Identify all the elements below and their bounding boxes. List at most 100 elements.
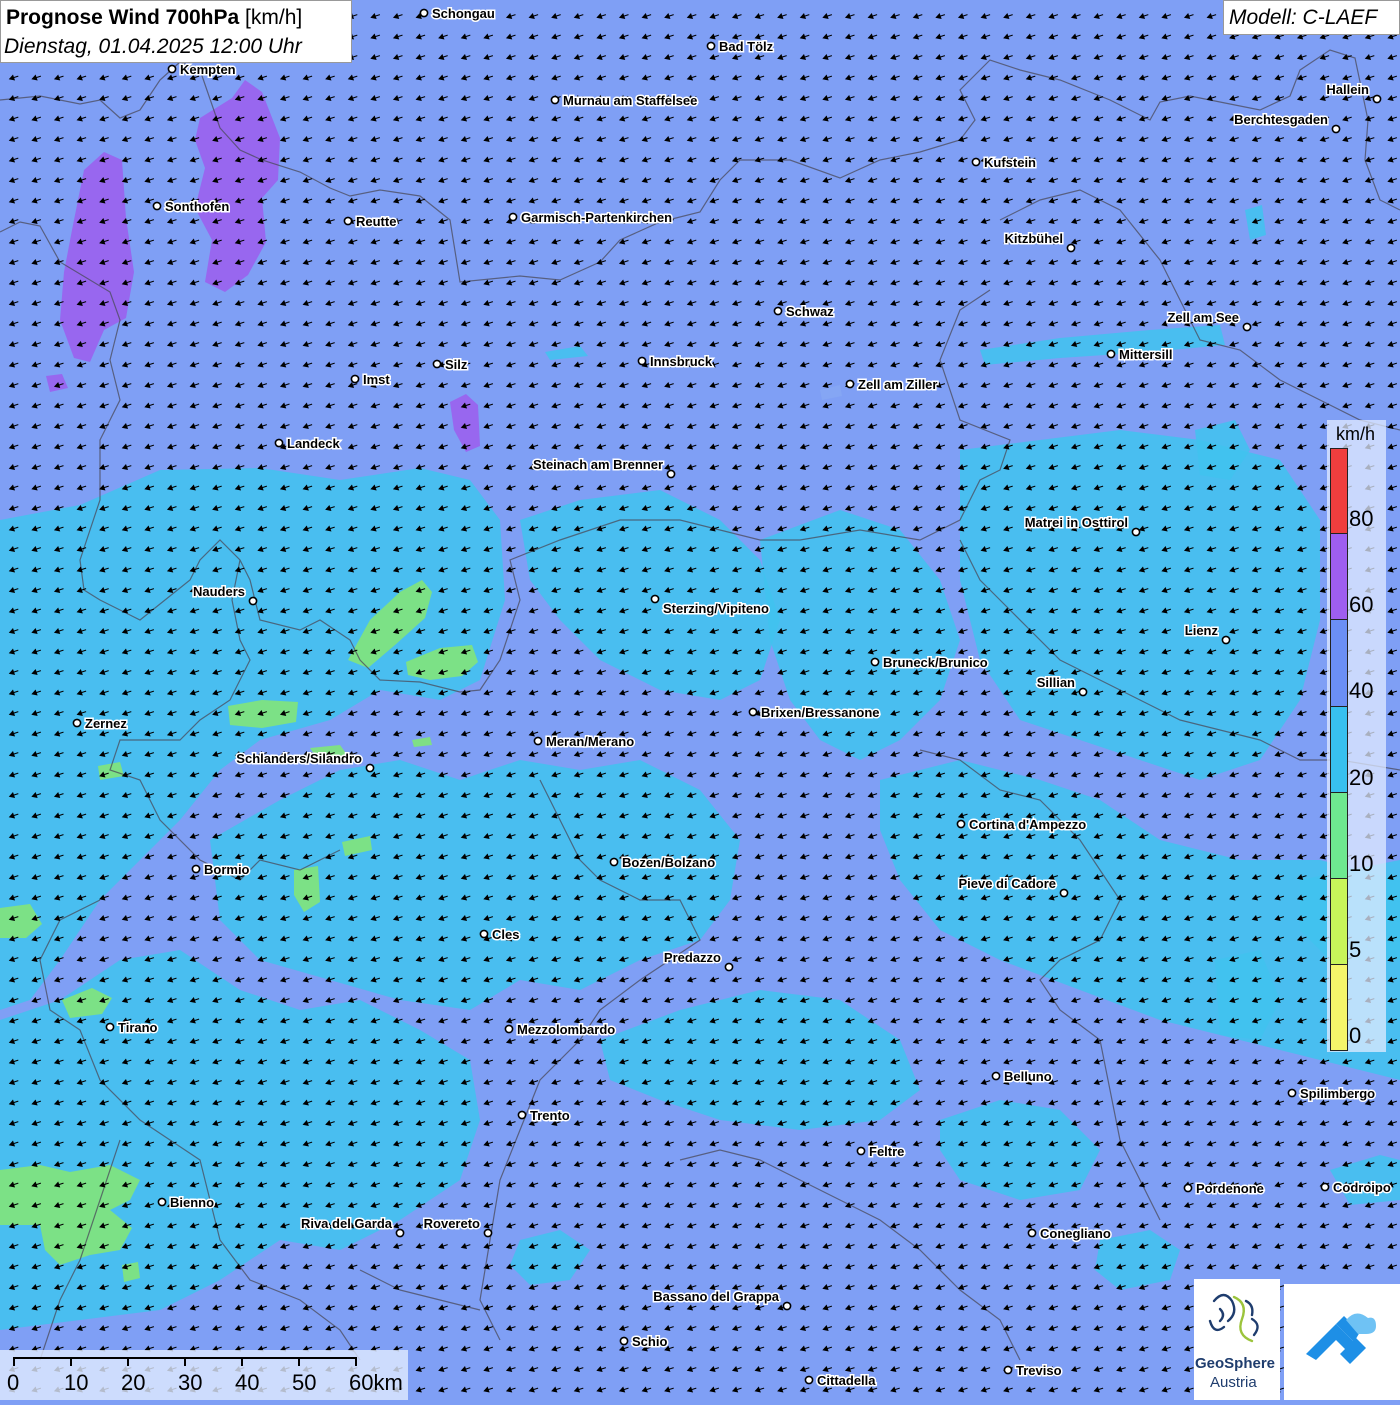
title-unit: [km/h] (245, 6, 303, 29)
legend-label: 5 (1349, 937, 1362, 962)
city-label: Cles (492, 927, 519, 942)
city-dot (804, 1375, 814, 1385)
city-dot (1287, 1088, 1297, 1098)
city-dot (479, 929, 489, 939)
city-dot (395, 1228, 405, 1238)
city-label: Meran/Merano (546, 734, 634, 749)
city-dot (748, 707, 758, 717)
city-label: Innsbruck (650, 354, 713, 369)
city-label: Conegliano (1040, 1226, 1111, 1241)
city-marker[interactable]: Innsbruck (637, 353, 714, 371)
legend-label: 20 (1349, 764, 1374, 790)
forecast-datetime: Dienstag, 01.04.2025 12:00 Uhr (4, 35, 302, 58)
city-dot (432, 359, 442, 369)
geosphere-logo-text: GeoSphere (1195, 1355, 1276, 1372)
city-label: Nauders (193, 584, 245, 599)
city-dot (666, 469, 676, 479)
legend-color-segment (1330, 534, 1348, 621)
legend-label: 40 (1349, 678, 1374, 704)
city-label: Steinach am Brenner (533, 457, 663, 472)
city-label: Kufstein (984, 155, 1036, 170)
city-label: Treviso (1016, 1363, 1062, 1378)
city-marker[interactable]: Pordenone (1183, 1180, 1265, 1198)
city-label: Schlanders/Silandro (236, 751, 362, 766)
city-label: Landeck (287, 436, 341, 451)
city-marker[interactable]: Garmisch-Partenkirchen (508, 209, 674, 227)
scale-label: 0 (7, 1370, 20, 1395)
city-dot (1221, 635, 1231, 645)
mountain-icon (1306, 1313, 1376, 1364)
city-marker[interactable]: Cortina d'Ampezzo (956, 816, 1088, 834)
city-label: Mittersill (1119, 347, 1172, 362)
city-marker[interactable]: Murnau am Staffelsee (550, 92, 699, 110)
city-marker[interactable]: Bruneck/Brunico (870, 654, 989, 672)
wind-map[interactable]: Schongau Kempten Bad Tölz Murnau am Staffel… (0, 0, 1400, 1400)
city-dot (773, 306, 783, 316)
city-label: Bormio (204, 862, 250, 877)
city-dot (365, 763, 375, 773)
city-dot (105, 1022, 115, 1032)
legend-color-segment (1330, 878, 1348, 966)
city-marker[interactable]: Zell am Ziller (845, 376, 939, 394)
city-label: Cittadella (817, 1373, 876, 1388)
city-dot (248, 596, 258, 606)
scale-label: 20 (121, 1370, 146, 1395)
city-marker[interactable]: Bozen/Bolzano (609, 854, 717, 872)
city-marker[interactable]: Spilimbergo (1287, 1085, 1377, 1103)
city-marker[interactable]: Mezzolombardo (504, 1021, 617, 1039)
geosphere-logo-icon (1208, 1293, 1259, 1343)
legend-unit: km/h (1336, 424, 1376, 444)
scale-tick (355, 1357, 357, 1366)
city-dot (72, 718, 82, 728)
city-dot (971, 157, 981, 167)
city-dot (870, 657, 880, 667)
city-marker[interactable]: Schongau (419, 5, 496, 23)
city-dot (533, 736, 543, 746)
city-label: Kempten (180, 62, 236, 77)
city-dot (650, 594, 660, 604)
city-label: Hallein (1326, 82, 1369, 97)
city-label: Zernez (85, 716, 127, 731)
city-label: Lienz (1185, 623, 1219, 638)
city-dot (637, 356, 647, 366)
city-label: Sterzing/Vipiteno (663, 601, 769, 616)
title-box: Prognose Wind 700hPa [km/h] Dienstag, 01… (0, 0, 352, 63)
legend-color-bar (1330, 448, 1348, 1052)
city-dot (845, 379, 855, 389)
city-label: Schongau (432, 6, 495, 21)
city-dot (483, 1228, 493, 1238)
city-dot (350, 374, 360, 384)
legend-color-segment (1330, 965, 1348, 1052)
city-dot (1003, 1365, 1013, 1375)
city-label: Bienno (170, 1195, 214, 1210)
city-dot (517, 1110, 527, 1120)
geosphere-logo[interactable]: GeoSphere Austria (1194, 1279, 1280, 1400)
scale-tick (184, 1357, 186, 1366)
city-dot (609, 857, 619, 867)
city-label: Tirano (118, 1020, 158, 1035)
city-dot (706, 41, 716, 51)
city-dot (419, 8, 429, 18)
city-dot (619, 1336, 629, 1346)
city-dot (550, 95, 560, 105)
city-dot (1131, 527, 1141, 537)
city-marker[interactable]: Meran/Merano (533, 733, 636, 751)
legend-label: 80 (1349, 506, 1374, 531)
city-label: Sillian (1037, 675, 1075, 690)
city-marker[interactable]: Cittadella (804, 1372, 878, 1390)
city-marker[interactable]: Conegliano (1027, 1225, 1112, 1243)
city-label: Belluno (1004, 1069, 1052, 1084)
page-title: Prognose Wind 700hPa [km/h] (6, 6, 302, 30)
city-label: Pordenone (1196, 1181, 1264, 1196)
city-label: Berchtesgaden (1234, 112, 1328, 127)
city-label: Codroipo (1333, 1180, 1391, 1195)
model-box: Modell: C-LAEF (1223, 0, 1400, 35)
scale-tick (241, 1357, 243, 1366)
city-label: Cortina d'Ampezzo (969, 817, 1086, 832)
app-logo[interactable] (1284, 1284, 1400, 1400)
city-label: Brixen/Bressanone (761, 705, 880, 720)
city-marker[interactable]: Brixen/Bressanone (748, 704, 881, 722)
city-marker[interactable]: Sonthofen (152, 198, 231, 216)
city-dot (856, 1146, 866, 1156)
city-label: Schwaz (786, 304, 834, 319)
